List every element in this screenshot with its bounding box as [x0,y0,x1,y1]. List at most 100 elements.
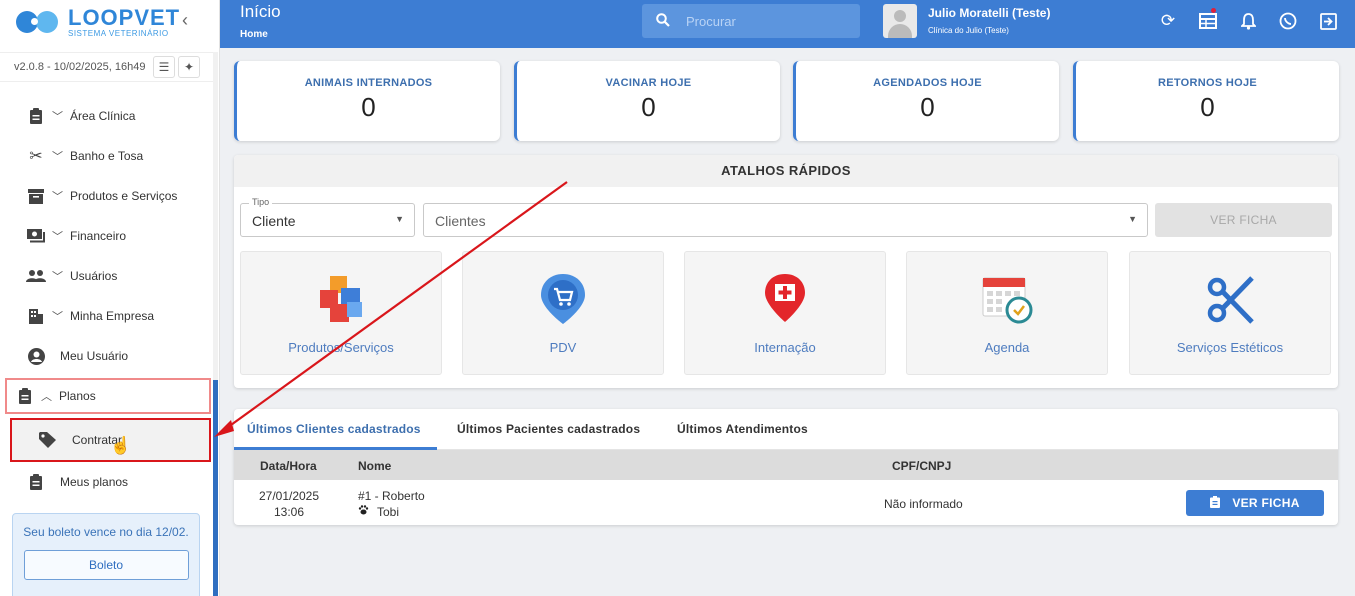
shortcut-label: Serviços Estéticos [1176,340,1284,355]
user-name[interactable]: Julio Moratelli (Teste) [928,6,1050,20]
sidebar-menu: ﹀ Área Clínica ✂ ﹀ Banho e Tosa ﹀ Produt… [0,96,212,502]
tab-ultimos-atendimentos[interactable]: Últimos Atendimentos [677,422,808,436]
scissors-icon [1130,272,1330,328]
calendar-clock-icon [907,272,1107,328]
cell-date: 27/01/2025 13:06 [254,488,324,520]
building-icon [26,306,46,326]
sidebar-item-label: Minha Empresa [70,309,155,323]
page-title: Início [240,2,281,21]
clientes-select[interactable]: Clientes ▼ [423,203,1148,237]
cubes-icon [241,272,441,328]
tipo-value: Cliente [252,213,296,229]
hospital-pin-icon [685,272,885,328]
shortcut-produtos-servicos[interactable]: Produtos/Serviços [240,251,442,375]
ver-ficha-button-disabled[interactable]: VER FICHA [1155,203,1332,237]
notification-dot [1211,8,1216,13]
shortcut-internacao[interactable]: Internação [684,251,886,375]
stat-card-animais-internados[interactable]: ANIMAIS INTERNADOS 0 [234,61,500,141]
chevron-down-icon: ﹀ [52,311,63,323]
sidebar-item-usuarios[interactable]: ﹀ Usuários [0,256,212,296]
sparkle-icon[interactable]: ✦ [178,56,200,78]
column-header: Data/Hora [260,459,317,473]
tab-ultimos-clientes[interactable]: Últimos Clientes cadastrados [247,422,421,436]
cell-name: #1 - Roberto Tobi [358,488,425,520]
shortcut-label: Internação [754,340,816,355]
table-header: Data/Hora Nome CPF/CNPJ [234,450,1338,480]
ver-ficha-button[interactable]: VER FICHA [1186,490,1324,516]
shortcut-pdv[interactable]: PDV [462,251,664,375]
caret-down-icon: ▼ [1128,214,1137,224]
hand-cursor-icon: ☝ [110,436,132,455]
money-icon [26,226,46,246]
sidebar-item-meus-planos[interactable]: Meus planos [0,462,212,502]
shortcut-label: PDV [549,340,577,355]
scissors-icon: ✂ [29,148,43,165]
sidebar-item-area-clinica[interactable]: ﹀ Área Clínica [0,96,212,136]
sidebar-item-label: Área Clínica [70,109,136,123]
shortcut-agenda[interactable]: Agenda [906,251,1108,375]
stat-card-agendados-hoje[interactable]: AGENDADOS HOJE 0 [793,61,1059,141]
chevron-down-icon: ﹀ [52,191,63,203]
shortcut-servicos-esteticos[interactable]: Serviços Estéticos [1129,251,1331,375]
stat-card-vacinar-hoje[interactable]: VACINAR HOJE 0 [514,61,780,141]
stat-label: AGENDADOS HOJE [873,77,982,89]
boleto-button[interactable]: Boleto [23,550,189,580]
search-icon [656,12,670,30]
chevron-down-icon: ﹀ [52,271,63,283]
sidebar-item-label: Financeiro [70,229,127,243]
sidebar-item-label: Produtos e Serviços [70,189,178,203]
recent-records-panel: Últimos Clientes cadastrados Últimos Pac… [234,409,1338,525]
table-row: 27/01/2025 13:06 #1 - Roberto Tobi Não i… [234,480,1338,525]
brand-subtitle: SISTEMA VETERINÁRIO [68,28,169,38]
stat-value: 0 [1200,92,1215,122]
caret-down-icon: ▼ [395,214,404,224]
clipboard-icon [26,106,46,126]
chevron-down-icon: ﹀ [52,111,63,123]
sync-icon[interactable]: ⟳ [1148,10,1188,32]
sidebar-item-label: Banho e Tosa [70,149,144,163]
search-input[interactable]: Procurar [642,4,860,38]
tipo-select[interactable]: Tipo Cliente ▼ [240,197,415,237]
loopvet-logo-icon [14,9,62,35]
stat-card-retornos-hoje[interactable]: RETORNOS HOJE 0 [1073,61,1339,141]
clipboard-icon [26,472,46,492]
stat-label: RETORNOS HOJE [1157,77,1258,89]
boleto-notice: Seu boleto vence no dia 12/02. Boleto [12,513,200,596]
top-header: Início Home Procurar Julio Moratelli (Te… [220,0,1355,48]
recent-tabs: Últimos Clientes cadastrados Últimos Pac… [234,409,1338,450]
sidebar-item-banho-tosa[interactable]: ✂ ﹀ Banho e Tosa [0,136,212,176]
bell-icon[interactable] [1228,10,1268,32]
calendar-table-icon[interactable] [1188,8,1228,32]
logout-icon[interactable] [1308,10,1348,32]
column-header: CPF/CNPJ [892,459,952,473]
clinic-name: Clínica do Julio (Teste) [928,26,1009,35]
breadcrumb[interactable]: Home [240,29,268,40]
sidebar-item-produtos-servicos[interactable]: ﹀ Produtos e Serviços [0,176,212,216]
client-name: #1 - Roberto [358,489,425,503]
ver-ficha-label: VER FICHA [1232,496,1300,510]
avatar[interactable] [883,4,917,38]
paw-icon [358,504,369,520]
chevron-down-icon: ﹀ [52,151,63,163]
sidebar-item-financeiro[interactable]: ﹀ Financeiro [0,216,212,256]
sidebar-item-label: Planos [59,389,96,403]
clientes-placeholder: Clientes [435,213,486,229]
version-text: v2.0.8 - 10/02/2025, 16h49 [14,61,146,73]
stat-value: 0 [641,92,656,122]
collapse-sidebar-icon[interactable]: ‹ [182,10,188,31]
quick-shortcuts-title: ATALHOS RÁPIDOS [234,155,1338,187]
tab-ultimos-pacientes[interactable]: Últimos Pacientes cadastrados [457,422,640,436]
menu-list-icon[interactable]: ☰ [153,56,175,78]
pet-name: Tobi [377,505,400,519]
sidebar-item-label: Meus planos [60,475,129,489]
sidebar-item-meu-usuario[interactable]: Meu Usuário [0,336,212,376]
date-text: 27/01/2025 [258,489,320,503]
sidebar-item-minha-empresa[interactable]: ﹀ Minha Empresa [0,296,212,336]
quick-shortcuts-panel: ATALHOS RÁPIDOS Tipo Cliente ▼ Clientes … [234,155,1338,388]
sidebar-item-planos[interactable]: ︿ Planos [5,378,211,414]
version-bar: v2.0.8 - 10/02/2025, 16h49 ☰ ✦ [0,52,213,82]
stat-value: 0 [361,92,376,122]
sidebar-scrollbar-thumb[interactable] [213,380,218,596]
clipboard-icon [15,386,35,406]
whatsapp-icon[interactable] [1268,10,1308,32]
